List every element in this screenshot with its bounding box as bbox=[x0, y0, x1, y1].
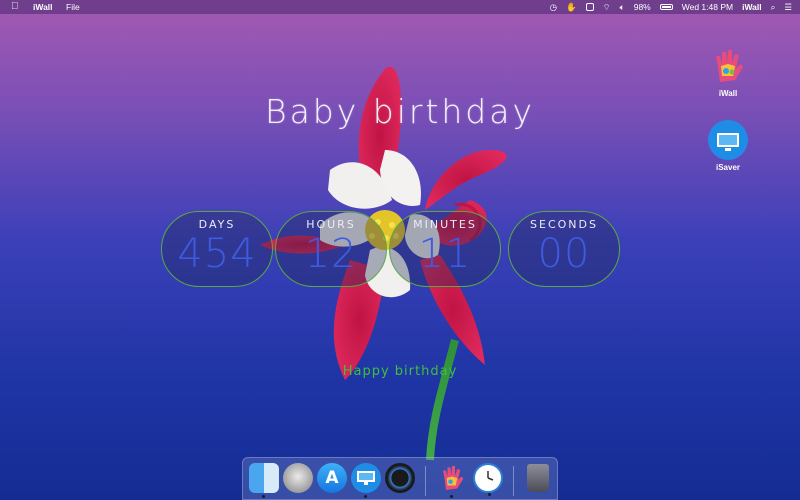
menu-clock[interactable]: Wed 1:48 PM bbox=[682, 0, 733, 14]
app-store-icon[interactable]: A bbox=[317, 463, 347, 493]
isaver-monitor-icon bbox=[708, 120, 748, 160]
seconds-label: SECONDS bbox=[530, 218, 598, 231]
desktop-icon-iwall[interactable]: iWall bbox=[698, 46, 758, 98]
dock-separator bbox=[425, 466, 426, 496]
menu-file[interactable]: File bbox=[66, 0, 80, 14]
hours-counter: HOURS 12 bbox=[275, 211, 387, 287]
seconds-counter: SECONDS 00 bbox=[508, 211, 620, 287]
battery-icon[interactable] bbox=[659, 4, 673, 10]
apple-icon[interactable]:  bbox=[11, 0, 19, 14]
spotlight-icon[interactable]: ⌕ bbox=[771, 0, 776, 14]
desktop-icon-iwall-label: iWall bbox=[718, 89, 738, 98]
isaver-icon[interactable] bbox=[351, 463, 381, 498]
iwall-icon[interactable] bbox=[437, 463, 467, 498]
dock-separator-2 bbox=[513, 466, 514, 496]
hand-icon[interactable]: ✋ bbox=[566, 0, 577, 14]
launchpad-icon[interactable] bbox=[283, 463, 313, 493]
days-label: DAYS bbox=[198, 218, 236, 231]
iwall-hand-icon bbox=[708, 46, 748, 86]
hours-value: 12 bbox=[304, 231, 358, 277]
quicktime-icon[interactable] bbox=[385, 463, 415, 493]
clock-icon[interactable] bbox=[473, 463, 503, 496]
countdown-title: Baby birthday bbox=[264, 92, 536, 131]
desktop-icon-isaver[interactable]: iSaver bbox=[698, 120, 758, 172]
minutes-value: 11 bbox=[418, 231, 472, 277]
minutes-counter: MINUTES 11 bbox=[389, 211, 501, 287]
grid-icon[interactable] bbox=[585, 3, 594, 11]
desktop-icon-isaver-label: iSaver bbox=[715, 163, 741, 172]
trash-icon[interactable] bbox=[527, 464, 549, 492]
days-value: 454 bbox=[177, 231, 257, 277]
finder-icon[interactable] bbox=[249, 463, 279, 498]
time-machine-icon[interactable]: ◷ bbox=[550, 0, 557, 14]
menu-iwall[interactable]: iWall bbox=[742, 0, 762, 14]
volume-icon[interactable]: 🔈︎ bbox=[620, 0, 625, 14]
minutes-label: MINUTES bbox=[413, 218, 477, 231]
notification-center-icon[interactable]: ☰ bbox=[784, 0, 792, 14]
dock: A bbox=[242, 457, 558, 500]
menu-app-name[interactable]: iWall bbox=[33, 0, 53, 14]
battery-percent[interactable]: 98% bbox=[634, 0, 651, 14]
countdown-message: Happy birthday bbox=[342, 364, 458, 379]
wifi-icon[interactable]: ⌔ bbox=[603, 0, 611, 14]
status-area: ◷ ✋ ⌔ 🔈︎ 98% Wed 1:48 PM iWall ⌕ ☰ bbox=[550, 0, 792, 14]
days-counter: DAYS 454 bbox=[161, 211, 273, 287]
menu-bar:  iWall File ◷ ✋ ⌔ 🔈︎ 98% Wed 1:48 PM iW… bbox=[0, 0, 800, 14]
seconds-value: 00 bbox=[537, 231, 591, 277]
hours-label: HOURS bbox=[306, 218, 356, 231]
